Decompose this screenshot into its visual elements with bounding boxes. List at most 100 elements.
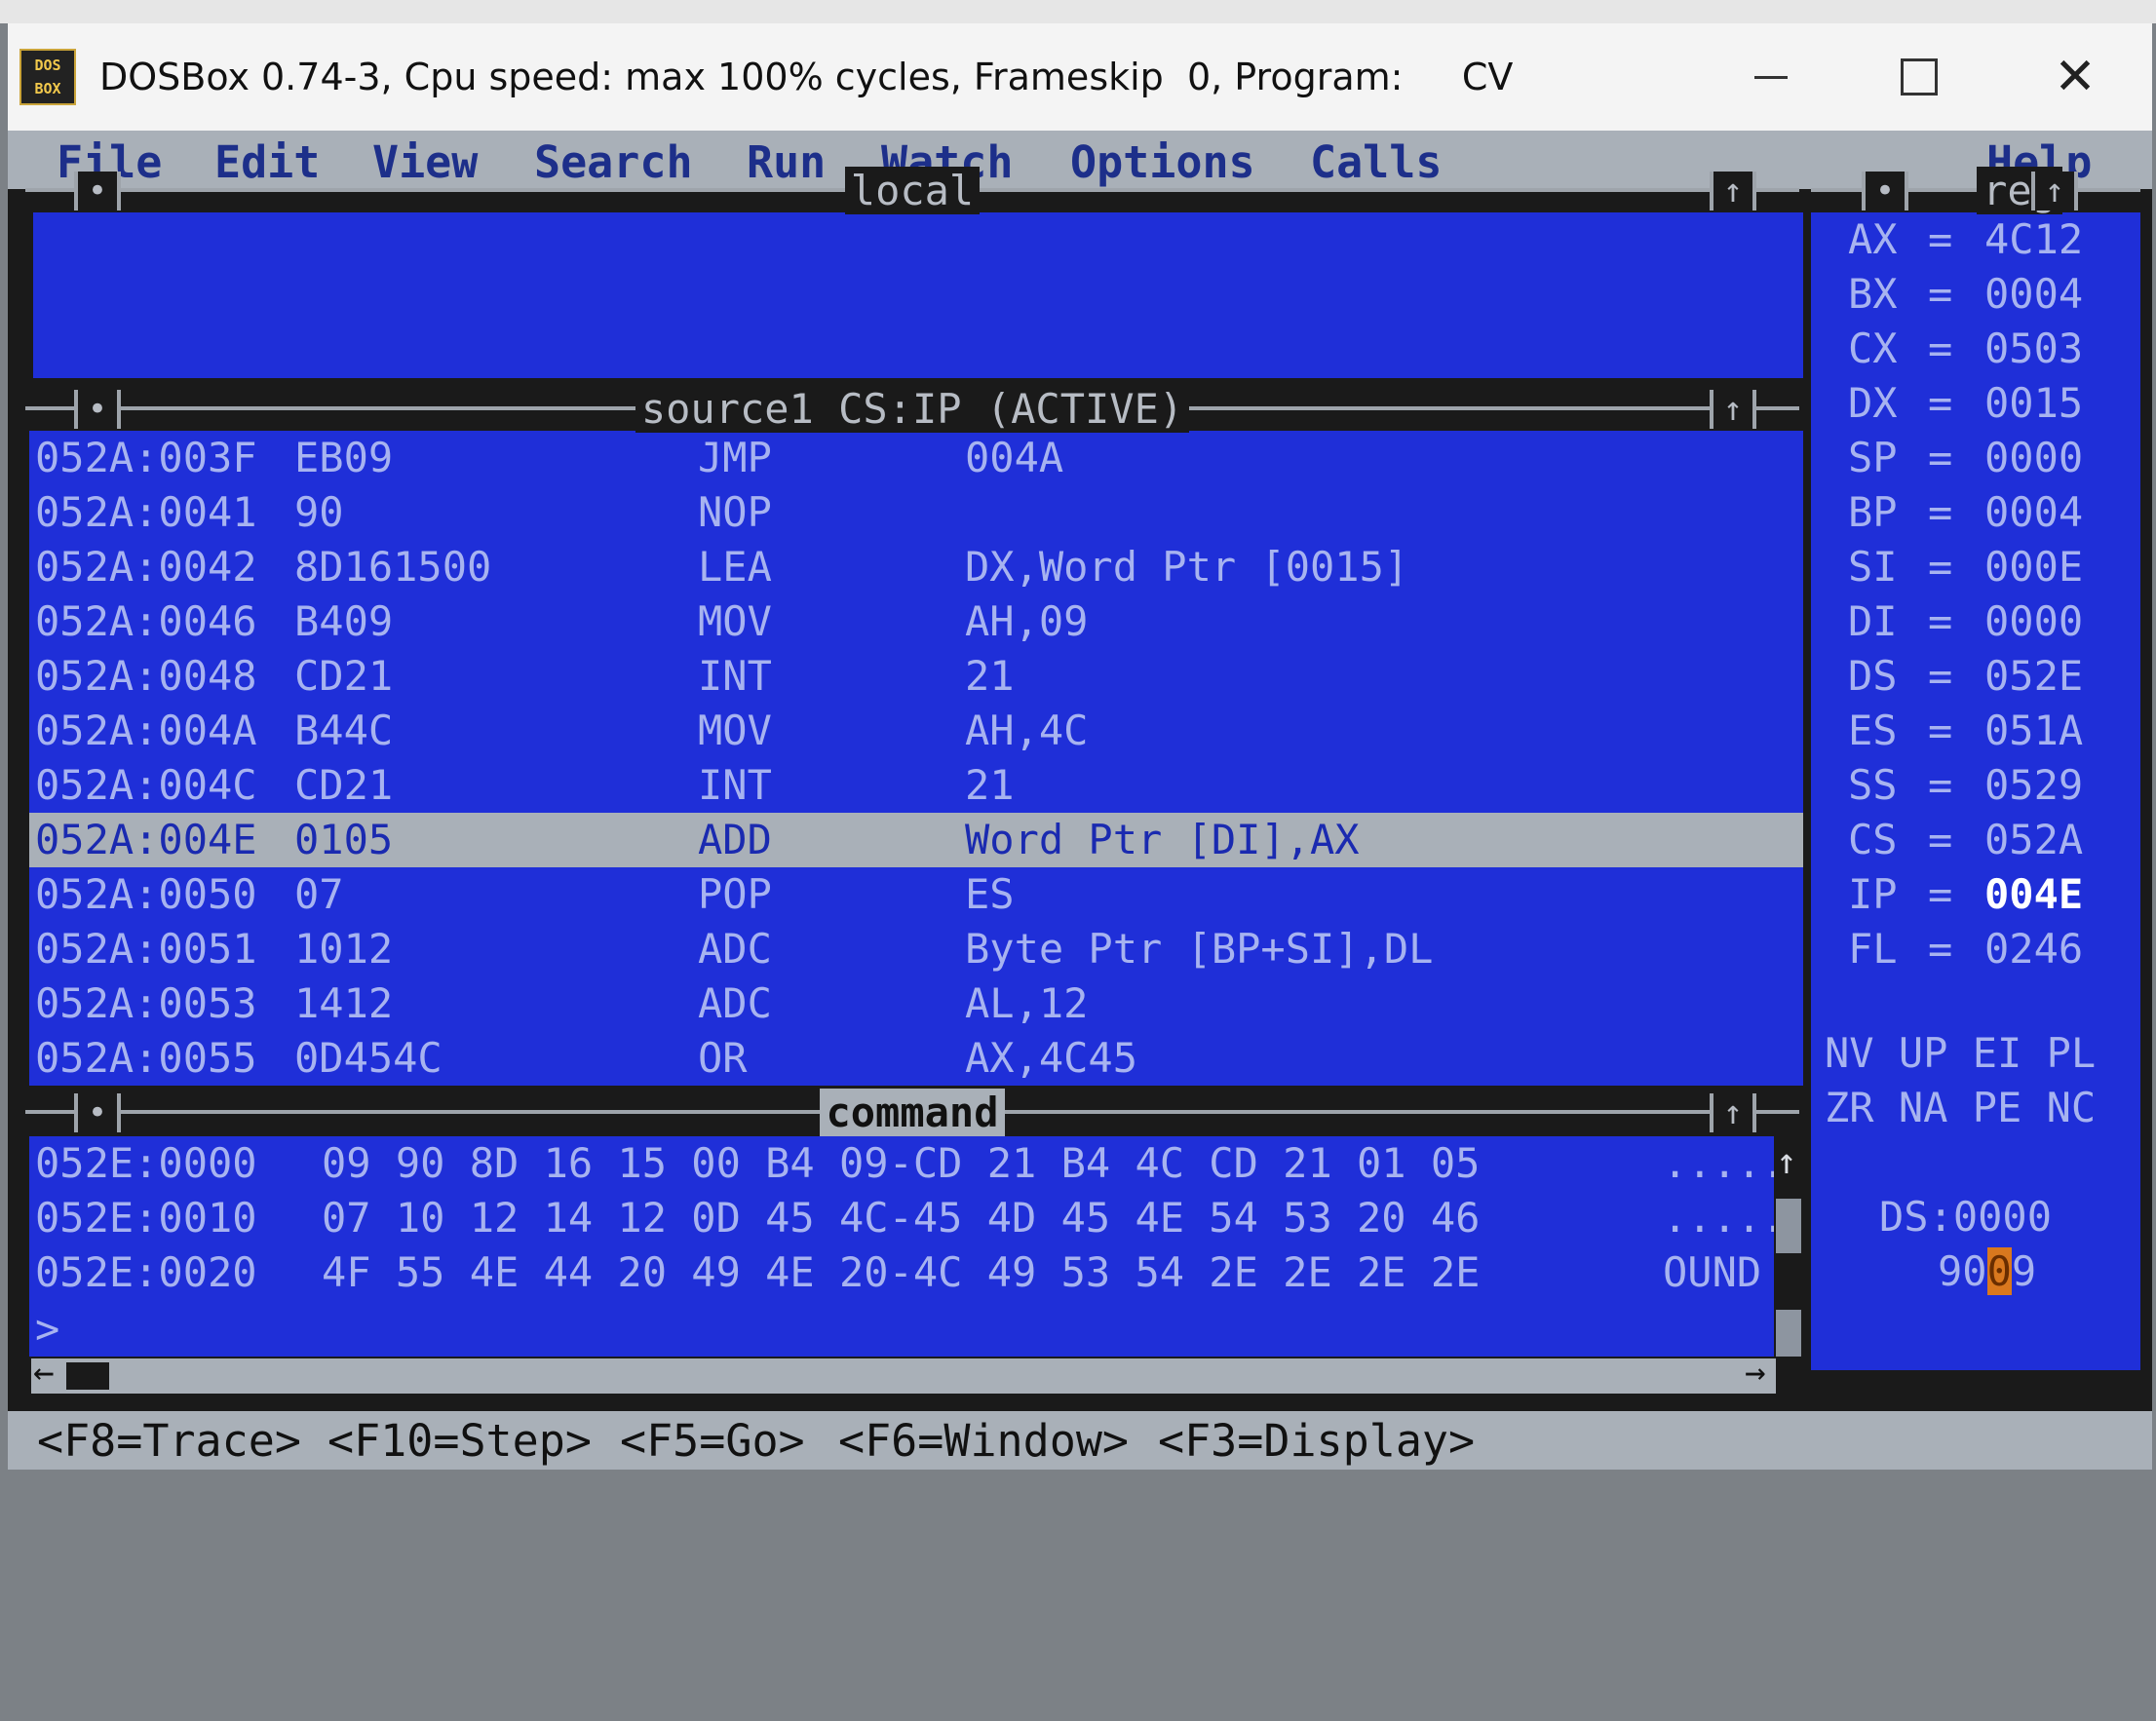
reg-pane-frame[interactable]: • reg ↑ bbox=[1811, 166, 2140, 214]
step-key[interactable]: <F10=Step> bbox=[327, 1415, 592, 1467]
command-scroll-thumb[interactable] bbox=[1776, 1199, 1801, 1253]
instruction-operands: 004A bbox=[965, 434, 1064, 481]
disassembly-row[interactable]: 052A:004C CD21 INT 21 bbox=[29, 758, 1803, 813]
register-value: 0004 bbox=[1984, 270, 2084, 318]
local-maximize-icon[interactable]: ↑ bbox=[1710, 172, 1756, 210]
disassembly-row[interactable]: 052A:0048 CD21 INT 21 bbox=[29, 649, 1803, 704]
register-fl[interactable]: FL = 0246 bbox=[1811, 922, 2140, 976]
window-key[interactable]: <F6=Window> bbox=[838, 1415, 1129, 1467]
instruction-operands: AX,4C45 bbox=[965, 1034, 1138, 1082]
source-pane-frame[interactable]: • source1 CS:IP (ACTIVE) ↑ bbox=[25, 384, 1799, 433]
register-name: DX bbox=[1848, 379, 1898, 427]
instruction-mnemonic: JMP bbox=[698, 434, 772, 481]
source-pane[interactable]: 052A:003F EB09 JMP 004A 052A:0041 90 NOP 052A:0… bbox=[29, 431, 1803, 1086]
close-button[interactable]: ✕ bbox=[2021, 23, 2129, 131]
local-close-box[interactable]: • bbox=[74, 172, 121, 210]
register-es[interactable]: ES = 051A bbox=[1811, 704, 2140, 758]
register-value: 0004 bbox=[1984, 488, 2084, 536]
disassembly-row[interactable]: 052A:0053 1412 ADC AL,12 bbox=[29, 976, 1803, 1031]
instruction-address: 052A:004E bbox=[35, 816, 257, 863]
local-pane[interactable] bbox=[33, 212, 1803, 378]
instruction-mnemonic: MOV bbox=[698, 707, 772, 754]
register-equals: = bbox=[1928, 707, 1953, 754]
reg-maximize-icon[interactable]: ↑ bbox=[2031, 172, 2078, 210]
window-titlebar[interactable]: DOS BOX DOSBox 0.74-3, Cpu speed: max 10… bbox=[8, 23, 2152, 131]
command-scroll-track[interactable] bbox=[1776, 1310, 1801, 1357]
memory-dump-row[interactable]: 052E:0010 07 10 12 14 12 0D 45 4C-45 4D 4… bbox=[29, 1191, 1786, 1245]
display-key[interactable]: <F3=Display> bbox=[1158, 1415, 1475, 1467]
register-si[interactable]: SI = 000E bbox=[1811, 540, 2140, 594]
register-cx[interactable]: CX = 0503 bbox=[1811, 322, 2140, 376]
instruction-address: 052A:0048 bbox=[35, 652, 257, 700]
dosbox-icon: DOS BOX bbox=[19, 49, 76, 105]
instruction-mnemonic: INT bbox=[698, 761, 772, 809]
register-sp[interactable]: SP = 0000 bbox=[1811, 431, 2140, 485]
register-bp[interactable]: BP = 0004 bbox=[1811, 485, 2140, 540]
disassembly-row[interactable]: 052A:0041 90 NOP bbox=[29, 485, 1803, 540]
source-maximize-icon[interactable]: ↑ bbox=[1710, 390, 1756, 429]
minimize-button[interactable] bbox=[1717, 23, 1825, 131]
command-vertical-scrollbar[interactable]: ↑ bbox=[1774, 1136, 1803, 1357]
source-close-box[interactable]: • bbox=[74, 390, 121, 429]
register-value: 051A bbox=[1984, 707, 2084, 754]
register-di[interactable]: DI = 0000 bbox=[1811, 594, 2140, 649]
local-pane-title: local bbox=[844, 166, 981, 214]
function-key-bar: <F8=Trace> <F10=Step> <F5=Go> <F6=Window… bbox=[8, 1411, 2152, 1470]
register-name: IP bbox=[1848, 870, 1898, 918]
instruction-operands: 21 bbox=[965, 652, 1015, 700]
register-dx[interactable]: DX = 0015 bbox=[1811, 376, 2140, 431]
scroll-left-arrow-icon[interactable]: ← bbox=[33, 1353, 55, 1393]
register-equals: = bbox=[1928, 434, 1953, 481]
scroll-right-arrow-icon[interactable]: → bbox=[1745, 1353, 1766, 1393]
command-hscroll-thumb[interactable] bbox=[66, 1362, 109, 1390]
instruction-bytes: 0105 bbox=[294, 816, 394, 863]
disassembly-row[interactable]: 052A:0055 0D454C OR AX,4C45 bbox=[29, 1031, 1803, 1086]
dump-address: 052E:0020 bbox=[35, 1248, 257, 1296]
maximize-button[interactable] bbox=[1866, 23, 1973, 131]
instruction-operands: Word Ptr [DI],AX bbox=[965, 816, 1360, 863]
register-pane[interactable]: AX = 4C12 BX = 0004 CX = 0503 DX = 0015 SP = 0000 BP = 00… bbox=[1811, 212, 2140, 1370]
source-pane-title: source1 CS:IP (ACTIVE) bbox=[635, 384, 1190, 433]
command-horizontal-scrollbar[interactable]: ← → bbox=[31, 1353, 1776, 1394]
disassembly-row[interactable]: 052A:003F EB09 JMP 004A bbox=[29, 431, 1803, 485]
dump-bytes: 09 90 8D 16 15 00 B4 09-CD 21 B4 4C CD 2… bbox=[322, 1139, 1481, 1187]
register-equals: = bbox=[1928, 270, 1953, 318]
command-pane-frame[interactable]: • command ↑ bbox=[25, 1088, 1799, 1136]
command-maximize-icon[interactable]: ↑ bbox=[1710, 1093, 1756, 1132]
go-key[interactable]: <F5=Go> bbox=[620, 1415, 805, 1467]
instruction-mnemonic: OR bbox=[698, 1034, 748, 1082]
register-ip[interactable]: IP = 004E bbox=[1811, 867, 2140, 922]
register-ss[interactable]: SS = 0529 bbox=[1811, 758, 2140, 813]
memory-dump-row[interactable]: 052E:0000 09 90 8D 16 15 00 B4 09-CD 21 B… bbox=[29, 1136, 1786, 1191]
instruction-mnemonic: ADD bbox=[698, 816, 772, 863]
command-close-box[interactable]: • bbox=[74, 1093, 121, 1132]
dump-address: 052E:0000 bbox=[35, 1139, 257, 1187]
disassembly-row[interactable]: 052A:0051 1012 ADC Byte Ptr [BP+SI],DL bbox=[29, 922, 1803, 976]
scroll-up-arrow-icon[interactable]: ↑ bbox=[1776, 1142, 1797, 1182]
instruction-address: 052A:0042 bbox=[35, 543, 257, 591]
register-name: ES bbox=[1848, 707, 1898, 754]
register-value: 4C12 bbox=[1984, 215, 2084, 263]
disassembly-row[interactable]: 052A:004A B44C MOV AH,4C bbox=[29, 704, 1803, 758]
memory-dump-row[interactable]: 052E:0020 4F 55 4E 44 20 49 4E 20-4C 49 5… bbox=[29, 1245, 1774, 1300]
command-prompt[interactable]: > bbox=[35, 1302, 59, 1357]
disassembly-row[interactable]: 052A:0050 07 POP ES bbox=[29, 867, 1803, 922]
register-ds[interactable]: DS = 052E bbox=[1811, 649, 2140, 704]
register-name: CS bbox=[1848, 816, 1898, 863]
disassembly-row[interactable]: 052A:0042 8D161500 LEA DX,Word Ptr [0015] bbox=[29, 540, 1803, 594]
instruction-operands: ES bbox=[965, 870, 1015, 918]
instruction-mnemonic: INT bbox=[698, 652, 772, 700]
text-cursor[interactable]: 0 bbox=[1986, 1247, 2012, 1295]
trace-key[interactable]: <F8=Trace> bbox=[37, 1415, 301, 1467]
command-pane[interactable]: 052E:0000 09 90 8D 16 15 00 B4 09-CD 21 B… bbox=[29, 1136, 1786, 1357]
disassembly-row[interactable]: 052A:0046 B409 MOV AH,09 bbox=[29, 594, 1803, 649]
register-bx[interactable]: BX = 0004 bbox=[1811, 267, 2140, 322]
instruction-address: 052A:004C bbox=[35, 761, 257, 809]
instruction-mnemonic: POP bbox=[698, 870, 772, 918]
register-cs[interactable]: CS = 052A bbox=[1811, 813, 2140, 867]
register-ax[interactable]: AX = 4C12 bbox=[1811, 212, 2140, 267]
reg-close-box[interactable]: • bbox=[1862, 172, 1908, 210]
local-pane-frame[interactable]: • local ↑ bbox=[25, 166, 1799, 214]
register-name: BX bbox=[1848, 270, 1898, 318]
current-instruction-row[interactable]: 052A:004E 0105 ADD Word Ptr [DI],AX bbox=[29, 813, 1803, 867]
